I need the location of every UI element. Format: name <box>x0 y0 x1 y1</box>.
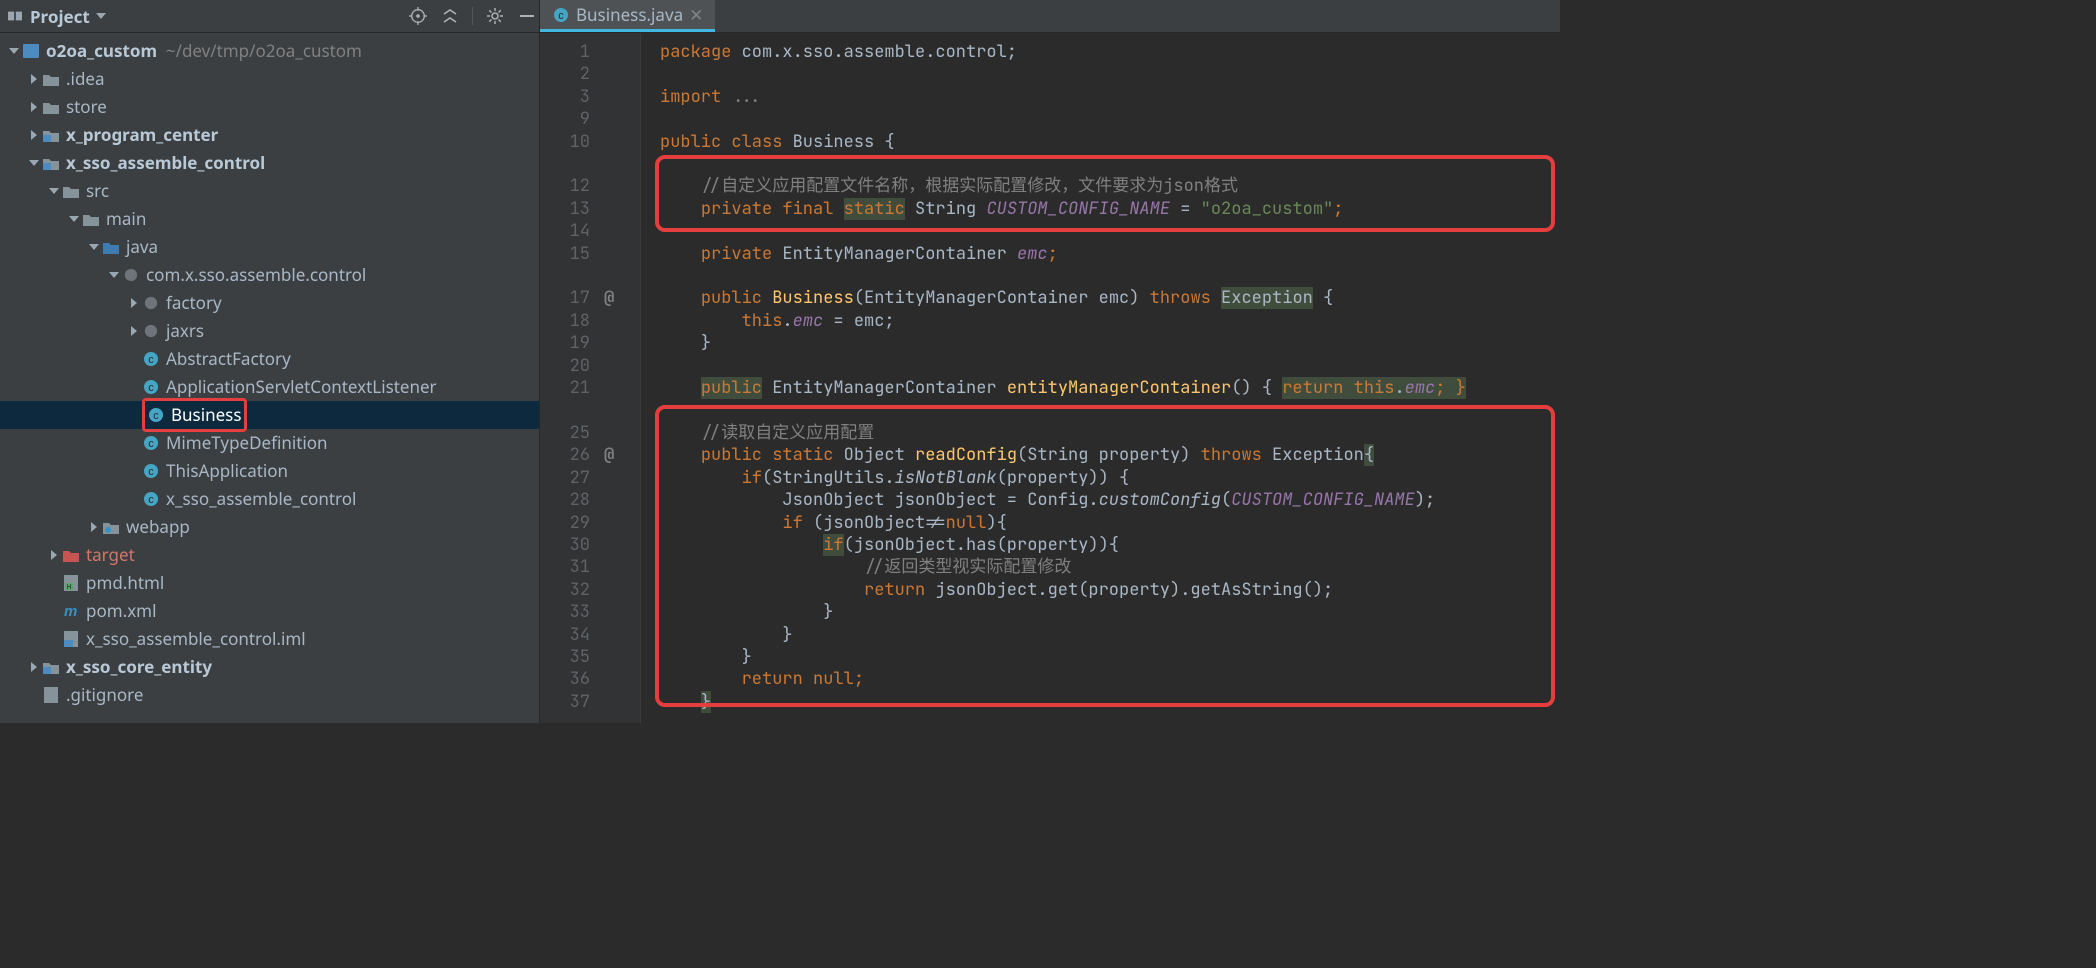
svg-text:c: c <box>148 466 154 478</box>
project-tool-window: Project o2oa_custom ~/dev/tmp/o2oa_custo… <box>0 0 540 723</box>
web-folder-icon <box>102 518 120 536</box>
chevron-down-icon[interactable] <box>46 188 62 194</box>
class-icon: c <box>142 434 160 452</box>
file-icon <box>42 686 60 704</box>
svg-text:c: c <box>148 382 154 394</box>
tree-item[interactable]: x_sso_assemble_control.iml <box>0 625 539 653</box>
project-header: Project <box>0 0 539 33</box>
fold-gutter[interactable] <box>640 33 654 723</box>
package-icon <box>122 266 140 284</box>
tree-item-selected[interactable]: cBusiness <box>0 401 539 429</box>
module-icon <box>42 658 60 676</box>
tree-item[interactable]: x_sso_core_entity <box>0 653 539 681</box>
tree-item[interactable]: cAbstractFactory <box>0 345 539 373</box>
hide-icon[interactable] <box>517 6 537 26</box>
chevron-down-icon[interactable] <box>6 48 22 54</box>
locate-icon[interactable] <box>408 6 428 26</box>
chevron-right-icon[interactable] <box>26 102 42 112</box>
tree-item[interactable]: .gitignore <box>0 681 539 709</box>
module-icon <box>42 154 60 172</box>
tab-business[interactable]: c Business.java ✕ <box>540 0 715 32</box>
class-icon: c <box>142 378 160 396</box>
close-icon[interactable]: ✕ <box>689 3 703 26</box>
tree-item[interactable]: target <box>0 541 539 569</box>
tree-item[interactable]: cApplicationServletContextListener <box>0 373 539 401</box>
chevron-down-icon[interactable] <box>66 216 82 222</box>
gear-icon[interactable] <box>485 6 505 26</box>
project-label[interactable]: Project <box>30 5 90 28</box>
tree-item[interactable]: cMimeTypeDefinition <box>0 429 539 457</box>
dropdown-icon[interactable] <box>96 13 106 19</box>
editor-pane: c Business.java ✕ 123910 12131415 171819… <box>540 0 1560 723</box>
module-icon <box>42 126 60 144</box>
chevron-right-icon[interactable] <box>126 326 142 336</box>
tree-item[interactable]: src <box>0 177 539 205</box>
class-icon: c <box>142 490 160 508</box>
svg-text:m: m <box>64 603 77 619</box>
svg-text:c: c <box>148 494 154 506</box>
excluded-folder-icon <box>62 546 80 564</box>
line-number-gutter: 123910 12131415 1718192021 2526272829303… <box>540 33 598 723</box>
chevron-right-icon[interactable] <box>86 522 102 532</box>
chevron-down-icon[interactable] <box>86 244 102 250</box>
folder-icon <box>62 182 80 200</box>
class-icon: c <box>142 350 160 368</box>
file-icon <box>62 630 80 648</box>
editor-tabs: c Business.java ✕ <box>540 0 1560 33</box>
tree-item[interactable]: factory <box>0 289 539 317</box>
svg-text:H: H <box>66 584 71 591</box>
tree-item[interactable]: store <box>0 93 539 121</box>
annotation-gutter: @ @ <box>598 33 640 723</box>
class-icon: c <box>147 406 165 424</box>
folder-icon <box>82 210 100 228</box>
maven-file-icon: m <box>62 602 80 620</box>
tree-item[interactable]: x_sso_assemble_control <box>0 149 539 177</box>
module-icon <box>22 42 40 60</box>
tree-root[interactable]: o2oa_custom ~/dev/tmp/o2oa_custom <box>0 37 539 65</box>
tree-item[interactable]: com.x.sso.assemble.control <box>0 261 539 289</box>
svg-text:c: c <box>148 438 154 450</box>
chevron-right-icon[interactable] <box>46 550 62 560</box>
html-file-icon: H <box>62 574 80 592</box>
tree-item[interactable]: .idea <box>0 65 539 93</box>
package-icon <box>142 322 160 340</box>
tree-item[interactable]: cThisApplication <box>0 457 539 485</box>
chevron-right-icon[interactable] <box>26 662 42 672</box>
svg-text:c: c <box>558 10 564 22</box>
tree-item[interactable]: jaxrs <box>0 317 539 345</box>
tree-item[interactable]: webapp <box>0 513 539 541</box>
code-editor[interactable]: 123910 12131415 1718192021 2526272829303… <box>540 33 1560 723</box>
tree-item[interactable]: main <box>0 205 539 233</box>
package-icon <box>142 294 160 312</box>
tree-item[interactable]: Hpmd.html <box>0 569 539 597</box>
chevron-right-icon[interactable] <box>26 74 42 84</box>
folder-icon <box>42 70 60 88</box>
project-tree[interactable]: o2oa_custom ~/dev/tmp/o2oa_custom .idea … <box>0 33 539 723</box>
folder-icon <box>42 98 60 116</box>
collapse-all-icon[interactable] <box>440 6 460 26</box>
chevron-down-icon[interactable] <box>26 160 42 166</box>
tree-item[interactable]: cx_sso_assemble_control <box>0 485 539 513</box>
code-content[interactable]: package com.x.sso.assemble.control; impo… <box>654 33 1560 723</box>
chevron-down-icon[interactable] <box>106 272 122 278</box>
tree-item[interactable]: mpom.xml <box>0 597 539 625</box>
tree-item[interactable]: java <box>0 233 539 261</box>
class-icon: c <box>142 462 160 480</box>
project-icon <box>6 7 24 25</box>
tab-label: Business.java <box>576 3 683 26</box>
source-folder-icon <box>102 238 120 256</box>
class-icon: c <box>552 6 570 24</box>
tree-item[interactable]: x_program_center <box>0 121 539 149</box>
chevron-right-icon[interactable] <box>26 130 42 140</box>
svg-text:c: c <box>148 354 154 366</box>
svg-text:c: c <box>153 410 159 422</box>
chevron-right-icon[interactable] <box>126 298 142 308</box>
